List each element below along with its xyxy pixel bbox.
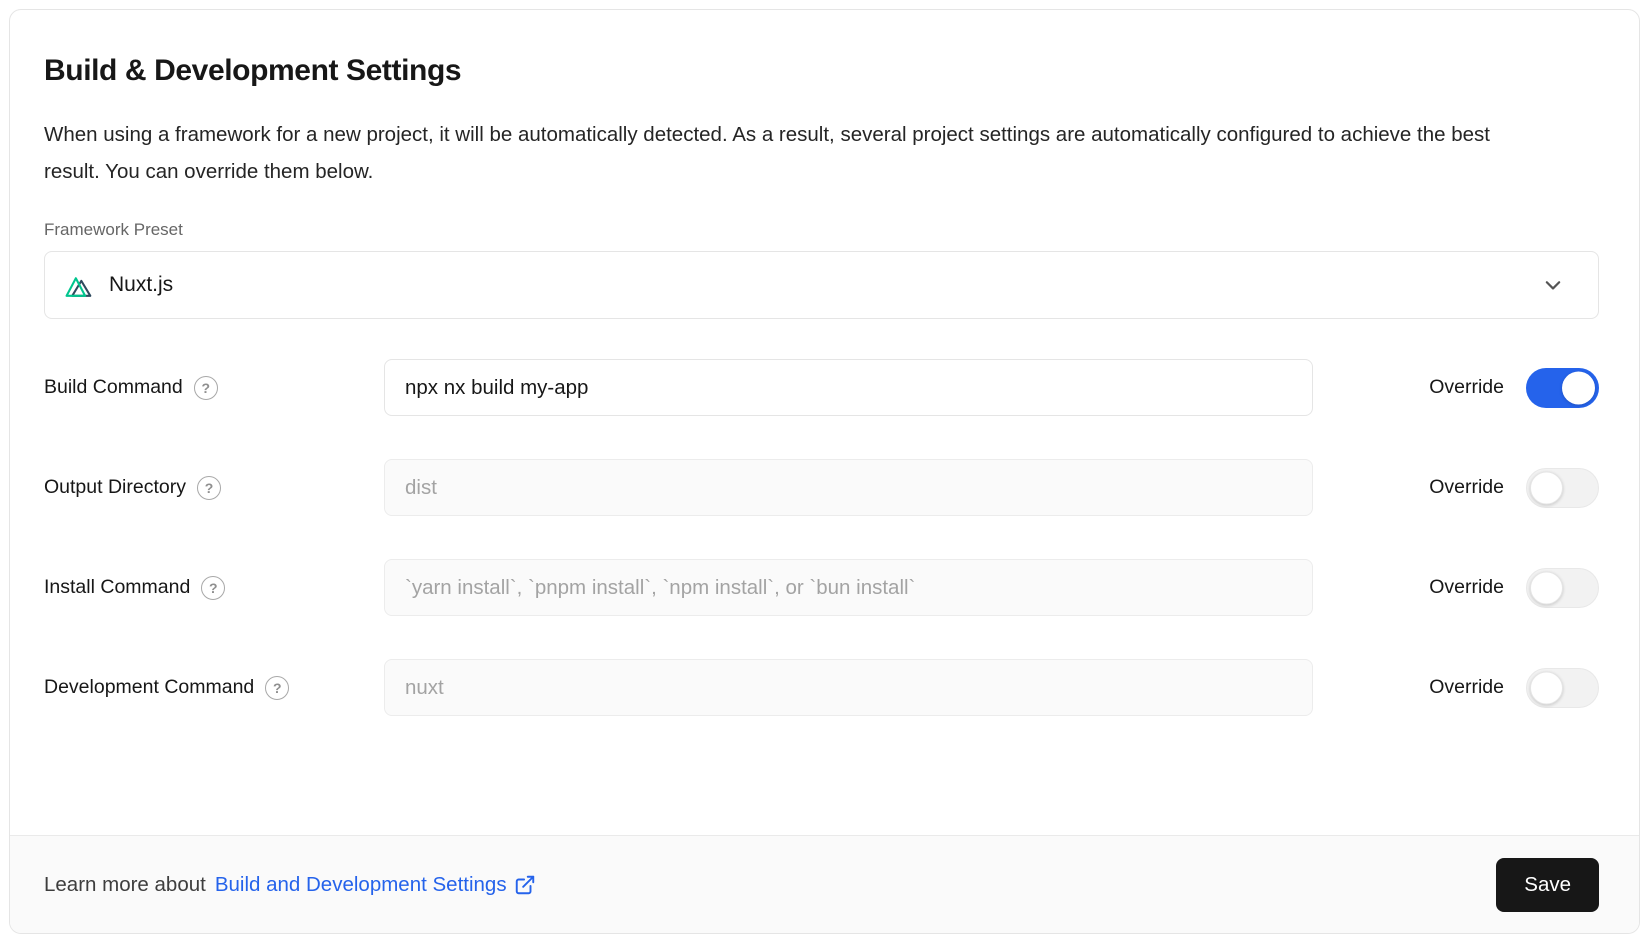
install-command-override-toggle[interactable] (1526, 568, 1599, 608)
output-directory-row: Output Directory ? Override (44, 459, 1599, 516)
build-command-input[interactable] (384, 359, 1313, 416)
page-title: Build & Development Settings (44, 54, 1599, 88)
nuxt-logo-icon (65, 273, 96, 298)
output-directory-override: Override (1429, 468, 1599, 508)
framework-selected-value: Nuxt.js (65, 273, 173, 298)
override-label: Override (1429, 376, 1504, 399)
development-command-override-toggle[interactable] (1526, 668, 1599, 708)
install-command-row: Install Command ? Override (44, 559, 1599, 616)
toggle-knob (1530, 471, 1563, 504)
install-command-label: Install Command ? (44, 576, 384, 600)
development-command-label: Development Command ? (44, 676, 384, 700)
override-label: Override (1429, 676, 1504, 699)
panel-description: When using a framework for a new project… (44, 116, 1534, 190)
install-command-input[interactable] (384, 559, 1313, 616)
settings-rows: Build Command ? Override Output Director… (44, 359, 1599, 716)
development-command-row: Development Command ? Override (44, 659, 1599, 716)
development-command-override: Override (1429, 668, 1599, 708)
help-icon[interactable]: ? (265, 676, 289, 700)
build-settings-card: Build & Development Settings When using … (9, 9, 1640, 934)
install-command-override: Override (1429, 568, 1599, 608)
build-command-label: Build Command ? (44, 376, 384, 400)
framework-preset-label: Framework Preset (44, 220, 1599, 240)
output-directory-input[interactable] (384, 459, 1313, 516)
build-settings-docs-link[interactable]: Build and Development Settings (215, 873, 536, 897)
card-footer: Learn more about Build and Development S… (10, 835, 1639, 933)
override-label: Override (1429, 576, 1504, 599)
override-label: Override (1429, 476, 1504, 499)
framework-preset-select[interactable]: Nuxt.js (44, 251, 1599, 319)
development-command-input[interactable] (384, 659, 1313, 716)
help-icon[interactable]: ? (201, 576, 225, 600)
save-button[interactable]: Save (1496, 858, 1599, 912)
toggle-knob (1530, 671, 1563, 704)
help-icon[interactable]: ? (197, 476, 221, 500)
output-directory-override-toggle[interactable] (1526, 468, 1599, 508)
chevron-down-icon (1542, 274, 1564, 296)
help-icon[interactable]: ? (194, 376, 218, 400)
framework-name: Nuxt.js (109, 273, 173, 297)
toggle-knob (1562, 371, 1595, 404)
build-command-override-toggle[interactable] (1526, 368, 1599, 408)
build-command-override: Override (1429, 368, 1599, 408)
learn-more-text: Learn more about Build and Development S… (44, 873, 536, 897)
toggle-knob (1530, 571, 1563, 604)
learn-more-prefix: Learn more about (44, 873, 206, 897)
build-command-row: Build Command ? Override (44, 359, 1599, 416)
output-directory-label: Output Directory ? (44, 476, 384, 500)
external-link-icon (514, 874, 536, 896)
